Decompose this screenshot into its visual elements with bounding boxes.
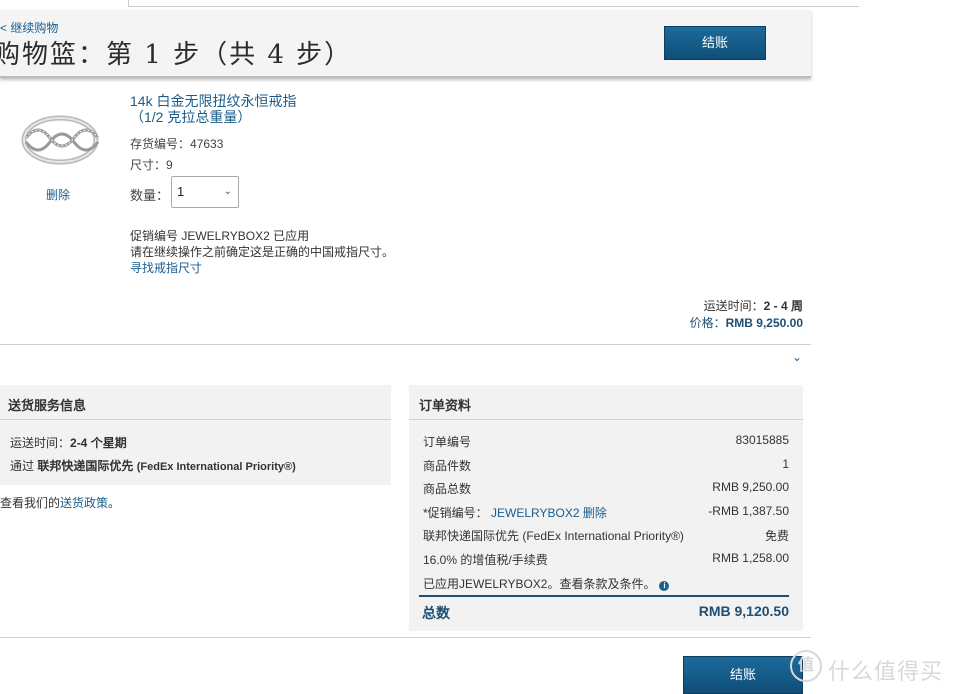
order-row-label: 16.0% 的增值税/手续费 — [423, 552, 548, 567]
watermark-logo-icon: 值 — [790, 650, 822, 682]
shipping-carrier-en: (FedEx International Priority®) — [136, 461, 296, 473]
quantity-value: 1 — [177, 184, 185, 199]
item-title-line1[interactable]: 14k 白金无限扭纹永恒戒指 — [130, 93, 296, 109]
promo-remove-link[interactable]: 删除 — [583, 506, 607, 520]
item-title-line2[interactable]: （1/2 克拉总重量） — [130, 109, 296, 125]
shipping-time-label: 运送时间： — [10, 436, 71, 450]
ship-time-value: 2 - 4 周 — [763, 299, 803, 313]
order-rows: 订单编号 83015885 商品件数 1 商品总数 RMB 9,250.00 *… — [423, 429, 789, 594]
promo-code-link[interactable]: JEWELRYBOX2 — [491, 506, 579, 520]
remove-item-link[interactable]: 删除 — [46, 186, 70, 203]
order-row: 16.0% 的增值税/手续费 RMB 1,258.00 — [423, 547, 789, 571]
size-warning-text: 请在继续操作之前确定这是正确的中国戒指尺寸。 — [130, 245, 395, 259]
order-row: 已应用JEWELRYBOX2。查看条款及条件。 i — [423, 571, 789, 595]
shipping-carrier-cn: 联邦快递国际优先 — [37, 459, 134, 473]
watermark-text: 什么值得买 — [828, 659, 944, 684]
order-row-label: 已应用JEWELRYBOX2。查看条款及条件。 i — [423, 575, 670, 592]
shipping-policy-link[interactable]: 送货政策 — [60, 496, 108, 510]
top-border — [128, 0, 859, 7]
total-label: 总数 — [422, 605, 450, 621]
shipping-info-panel: 送货服务信息 运送时间：2-4 个星期 通过 联邦快递国际优先 (FedEx I… — [0, 385, 391, 485]
promo-label: *促销编号： — [423, 505, 488, 520]
size-value: 9 — [166, 158, 173, 172]
divider — [0, 344, 811, 345]
order-row: 订单编号 83015885 — [423, 429, 789, 453]
order-row-label: 订单编号 — [423, 435, 472, 449]
checkout-button-bottom[interactable]: 结账 — [683, 656, 803, 694]
shipping-time-value: 2-4 个星期 — [70, 436, 127, 450]
size-row: 尺寸：9 — [130, 156, 173, 173]
order-summary-panel: 订单资料 订单编号 83015885 商品件数 1 商品总数 RMB 9,250… — [409, 385, 803, 631]
order-row-label: *促销编号： JEWELRYBOX2 删除 — [423, 504, 607, 521]
order-row: 商品总数 RMB 9,250.00 — [423, 476, 789, 500]
order-row-label: 联邦快递国际优先 (FedEx International Priority®) — [423, 529, 684, 544]
order-row-value: 83015885 — [735, 433, 789, 447]
policy-prefix: 查看我们的 — [0, 496, 61, 510]
shipping-carrier-row: 通过 联邦快递国际优先 (FedEx International Priorit… — [10, 455, 391, 479]
order-row-value: RMB 9,250.00 — [712, 480, 789, 495]
checkout-button-top[interactable]: 结账 — [664, 26, 766, 60]
page-title: 购物篮：第 1 步（共 4 步） — [0, 40, 353, 70]
order-row: 商品件数 1 — [423, 453, 789, 477]
shipping-body: 运送时间：2-4 个星期 通过 联邦快递国际优先 (FedEx Internat… — [0, 420, 391, 479]
promo-applied-text: 促销编号 JEWELRYBOX2 已应用 — [130, 229, 310, 243]
ship-time-label: 运送时间： — [703, 299, 764, 313]
order-total-row: 总数 RMB 9,120.50 — [419, 595, 789, 621]
order-row-promo: *促销编号： JEWELRYBOX2 删除 -RMB 1,387.50 — [423, 500, 789, 524]
size-label: 尺寸： — [130, 158, 167, 172]
item-ship-time: 运送时间：2 - 4 周 — [704, 297, 803, 314]
order-row-label: 商品总数 — [423, 482, 472, 497]
chevron-down-icon: ⌄ — [223, 186, 232, 197]
shipping-heading: 送货服务信息 — [0, 385, 391, 420]
total-value: RMB 9,120.50 — [698, 603, 789, 619]
order-heading: 订单资料 — [409, 385, 803, 420]
sku-label: 存货编号： — [130, 137, 191, 151]
item-title[interactable]: 14k 白金无限扭纹永恒戒指 （1/2 克拉总重量） — [130, 93, 296, 125]
order-row: 联邦快递国际优先 (FedEx International Priority®)… — [423, 523, 789, 547]
sku-row: 存货编号：47633 — [130, 135, 223, 152]
shipping-via: 通过 — [10, 459, 35, 473]
order-row-value: -RMB 1,387.50 — [708, 503, 789, 518]
order-row-value: 免费 — [764, 529, 789, 544]
price-value: RMB 9,250.00 — [725, 316, 803, 330]
order-row-label: 商品件数 — [423, 458, 472, 473]
shipping-policy-row: 查看我们的送货政策。 — [0, 494, 120, 511]
policy-suffix: 。 — [108, 496, 121, 510]
info-icon[interactable]: i — [659, 580, 670, 591]
quantity-select[interactable]: 1 ⌄ — [171, 176, 239, 208]
order-row-value: 1 — [782, 456, 789, 471]
order-row-value: RMB 1,258.00 — [712, 550, 789, 565]
qty-label: 数量： — [130, 188, 170, 203]
cart-header: < 继续购物 购物篮：第 1 步（共 4 步） 结账 — [0, 10, 811, 78]
price-label: 价格： — [689, 316, 726, 330]
terms-text[interactable]: 已应用JEWELRYBOX2。查看条款及条件。 — [423, 577, 655, 591]
watermark: 值 什么值得买 — [790, 650, 960, 684]
divider — [0, 637, 811, 638]
find-ring-size-link[interactable]: 寻找戒指尺寸 — [130, 259, 202, 276]
item-price: 价格：RMB 9,250.00 — [690, 314, 803, 331]
ring-image[interactable] — [18, 100, 102, 172]
chevron-down-icon[interactable]: ⌄ — [792, 350, 802, 364]
sku-value: 47633 — [190, 137, 224, 151]
shipping-time-row: 运送时间：2-4 个星期 — [10, 432, 391, 455]
